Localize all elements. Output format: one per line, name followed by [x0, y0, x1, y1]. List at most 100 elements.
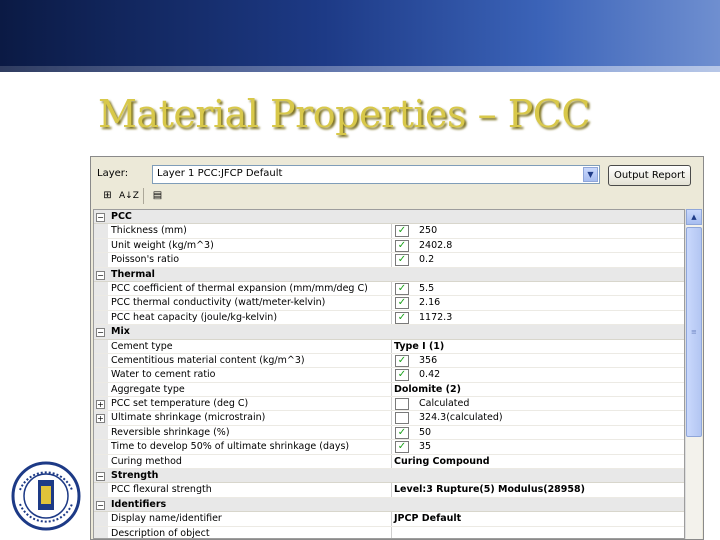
property-value[interactable]: Dolomite (2): [394, 384, 461, 395]
row-gutter: [94, 526, 108, 538]
property-grid-scrollbar[interactable]: ▲ ≡: [685, 209, 702, 539]
slide-header-band: [0, 0, 720, 72]
grid-property-row[interactable]: + PCC set temperature (deg C) Calculated: [94, 397, 684, 412]
checkbox-unchecked-icon[interactable]: [395, 398, 409, 411]
property-value[interactable]: 2402.8: [419, 240, 452, 251]
grid-property-row[interactable]: Description of object: [94, 526, 684, 539]
property-value[interactable]: Level:3 Rupture(5) Modulus(28958): [394, 484, 585, 495]
checkbox-checked-icon[interactable]: ✓: [395, 282, 409, 295]
grid-property-row[interactable]: Reversible shrinkage (%) ✓ 50: [94, 425, 684, 441]
property-pages-icon[interactable]: ▤: [149, 188, 166, 204]
column-divider: [391, 512, 392, 526]
grid-category-row[interactable]: − Thermal: [94, 267, 684, 282]
grid-property-row[interactable]: PCC coefficient of thermal expansion (mm…: [94, 281, 684, 297]
grid-property-row[interactable]: PCC heat capacity (joule/kg-kelvin) ✓ 1172…: [94, 310, 684, 326]
grid-property-row[interactable]: Time to develop 50% of ultimate shrinkag…: [94, 440, 684, 455]
property-value[interactable]: 0.42: [419, 369, 440, 380]
property-value[interactable]: Curing Compound: [394, 456, 490, 467]
output-report-button[interactable]: Output Report: [608, 165, 691, 186]
scroll-up-icon[interactable]: ▲: [686, 209, 702, 225]
column-divider: [391, 368, 392, 382]
checkbox-checked-icon[interactable]: ✓: [395, 239, 409, 252]
checkbox-unchecked-icon[interactable]: [395, 412, 409, 425]
collapse-icon[interactable]: −: [96, 328, 105, 338]
row-gutter: [94, 238, 108, 253]
property-name: Poisson's ratio: [111, 254, 180, 266]
checkbox-checked-icon[interactable]: ✓: [395, 297, 409, 310]
checkbox-checked-icon[interactable]: ✓: [395, 369, 409, 382]
property-value[interactable]: 2.16: [419, 297, 440, 308]
property-name: Reversible shrinkage (%): [111, 426, 230, 438]
layer-label: Layer:: [97, 168, 129, 179]
property-name: Description of object: [111, 527, 210, 539]
layer-dropdown-value: Layer 1 PCC:JFCP Default: [157, 168, 283, 179]
checkbox-checked-icon[interactable]: ✓: [395, 311, 409, 324]
column-divider: [391, 397, 392, 411]
collapse-icon[interactable]: −: [96, 500, 105, 510]
property-name: Cement type: [111, 340, 173, 352]
grid-category-row[interactable]: − Strength: [94, 469, 684, 484]
grid-property-row[interactable]: Display name/identifier JPCP Default: [94, 512, 684, 527]
property-value[interactable]: 0.2: [419, 254, 434, 265]
column-divider: [391, 238, 392, 253]
property-name: PCC set temperature (deg C): [111, 398, 249, 410]
grid-category-row[interactable]: − Identifiers: [94, 497, 684, 513]
property-value[interactable]: 356: [419, 355, 437, 366]
property-name: PCC flexural strength: [111, 484, 212, 496]
property-name: Cementitious material content (kg/m^3): [111, 354, 305, 366]
column-divider: [391, 310, 392, 325]
material-properties-panel: Layer: Layer 1 PCC:JFCP Default ▼ Output…: [90, 156, 704, 540]
property-value[interactable]: Type I (1): [394, 341, 444, 352]
grid-property-row[interactable]: PCC thermal conductivity (watt/meter-kel…: [94, 296, 684, 311]
slide-title: Material Properties – PCC: [98, 92, 590, 136]
grid-property-row[interactable]: Cement type Type I (1): [94, 339, 684, 354]
sort-alphabetical-icon[interactable]: A↓Z: [119, 188, 139, 204]
grid-property-row[interactable]: Thickness (mm) ✓ 250: [94, 224, 684, 239]
row-gutter: [94, 310, 108, 325]
property-name: PCC thermal conductivity (watt/meter-kel…: [111, 297, 326, 309]
checkbox-checked-icon[interactable]: ✓: [395, 225, 409, 238]
row-gutter: [94, 483, 108, 497]
layer-dropdown[interactable]: Layer 1 PCC:JFCP Default ▼: [152, 165, 600, 184]
collapse-icon[interactable]: −: [96, 213, 105, 222]
expand-icon[interactable]: +: [96, 400, 105, 410]
column-divider: [391, 425, 392, 440]
checkbox-checked-icon[interactable]: ✓: [395, 354, 409, 367]
checkbox-checked-icon[interactable]: ✓: [395, 254, 409, 267]
property-name: PCC coefficient of thermal expansion (mm…: [111, 282, 368, 294]
grid-property-row[interactable]: Unit weight (kg/m^3) ✓ 2402.8: [94, 238, 684, 254]
grid-property-row[interactable]: Curing method Curing Compound: [94, 454, 684, 470]
expand-icon[interactable]: +: [96, 414, 105, 424]
collapse-icon[interactable]: −: [96, 270, 105, 280]
column-divider: [391, 253, 392, 267]
scrollbar-thumb[interactable]: ≡: [686, 227, 702, 437]
property-value[interactable]: 250: [419, 225, 437, 236]
property-value[interactable]: 324.3(calculated): [419, 412, 503, 423]
grid-property-row[interactable]: PCC flexural strength Level:3 Rupture(5) …: [94, 483, 684, 498]
checkbox-checked-icon[interactable]: ✓: [395, 426, 409, 439]
row-gutter: [94, 382, 108, 397]
collapse-icon[interactable]: −: [96, 472, 105, 482]
property-value[interactable]: 35: [419, 441, 431, 452]
grid-category-row[interactable]: − Mix: [94, 325, 684, 340]
property-value[interactable]: 50: [419, 427, 431, 438]
grid-property-row[interactable]: Aggregate type Dolomite (2): [94, 382, 684, 398]
checkbox-checked-icon[interactable]: ✓: [395, 441, 409, 454]
property-name: Curing method: [111, 455, 182, 467]
property-value[interactable]: Calculated: [419, 398, 469, 409]
row-gutter: [94, 440, 108, 454]
column-divider: [391, 281, 392, 296]
chevron-down-icon[interactable]: ▼: [583, 167, 598, 182]
column-divider: [391, 411, 392, 425]
grid-property-row[interactable]: + Ultimate shrinkage (microstrain) 324.3(c…: [94, 411, 684, 426]
grid-property-row[interactable]: Cementitious material content (kg/m^3) ✓ 3…: [94, 353, 684, 369]
property-value[interactable]: 5.5: [419, 283, 434, 294]
property-value[interactable]: 1172.3: [419, 312, 452, 323]
grid-property-row[interactable]: Water to cement ratio ✓ 0.42: [94, 368, 684, 383]
row-gutter: [94, 224, 108, 238]
categorized-view-icon[interactable]: ⊞: [99, 188, 116, 204]
grid-property-row[interactable]: Poisson's ratio ✓ 0.2: [94, 253, 684, 268]
grid-category-row[interactable]: − PCC: [94, 210, 684, 225]
property-name: Thickness (mm): [111, 225, 187, 237]
property-value[interactable]: JPCP Default: [394, 513, 461, 524]
